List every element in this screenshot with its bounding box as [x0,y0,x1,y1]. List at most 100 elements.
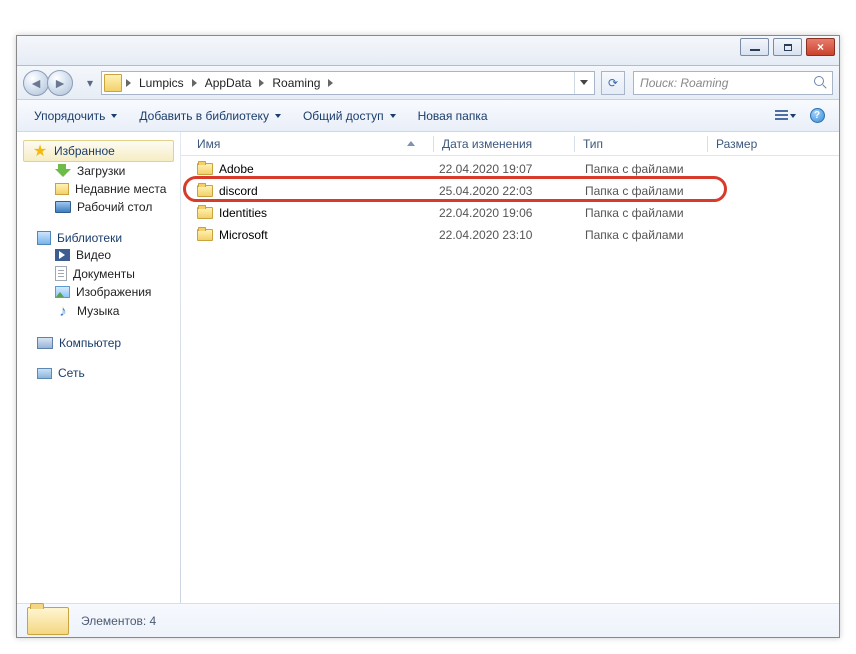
column-label: Дата изменения [442,137,532,151]
file-row[interactable]: Adobe22.04.2020 19:07Папка с файлами [189,158,831,180]
sidebar-item-label: Документы [73,267,135,281]
help-icon: ? [810,108,825,123]
chevron-down-icon [111,114,117,118]
view-options-button[interactable] [771,104,799,128]
column-label: Размер [716,137,757,151]
file-modified: 22.04.2020 19:06 [439,206,579,220]
chevron-down-icon [580,80,588,85]
minimize-icon [750,49,760,51]
include-in-library-button[interactable]: Добавить в библиотеку [130,105,290,127]
downloads-icon [55,164,71,178]
breadcrumb-segment[interactable]: AppData [201,72,256,94]
nav-back-button[interactable]: ◄ [23,70,49,96]
share-label: Общий доступ [303,109,384,123]
document-icon [55,266,67,281]
folder-icon [197,207,213,219]
file-type: Папка с файлами [585,228,745,242]
explorer-window: × ◄ ► ▾ Lumpics AppData Roaming ⟳ [0,0,856,654]
status-bar: Элементов: 4 [17,603,839,637]
sidebar-item-label: Видео [76,248,111,262]
column-headers: Имя Дата изменения Тип Размер [181,132,839,156]
column-header-size[interactable]: Размер [708,134,798,154]
close-icon: × [817,41,824,53]
breadcrumb-segment[interactable]: Lumpics [135,72,188,94]
file-list-pane: Имя Дата изменения Тип Размер Adobe22.04… [181,132,839,603]
sidebar-item-pictures[interactable]: Изображения [17,283,180,301]
window-close-button[interactable]: × [806,38,835,56]
chevron-down-icon [275,114,281,118]
new-folder-button[interactable]: Новая папка [409,105,497,127]
nav-history-dropdown[interactable]: ▾ [83,72,97,94]
sidebar-item-recent[interactable]: Недавние места [17,180,180,198]
sidebar-item-videos[interactable]: Видео [17,246,180,264]
file-modified: 22.04.2020 19:07 [439,162,579,176]
folder-large-icon [27,607,69,635]
sidebar-item-desktop[interactable]: Рабочий стол [17,198,180,216]
column-header-modified[interactable]: Дата изменения [434,134,574,154]
video-icon [55,249,70,261]
status-item-count: Элементов: 4 [81,614,156,628]
network-label: Сеть [58,366,85,380]
organize-button[interactable]: Упорядочить [25,105,126,127]
navigation-pane: ★ Избранное Загрузки Недавние места Рабо… [17,132,180,603]
sidebar-item-label: Недавние места [75,182,166,196]
sidebar-item-label: Рабочий стол [77,200,152,214]
file-row[interactable]: discord 25.04.2020 22:03 Папка с файлами [189,180,831,202]
window-maximize-button[interactable] [773,38,802,56]
file-modified: 25.04.2020 22:03 [439,184,579,198]
sidebar-computer-header[interactable]: Компьютер [17,335,180,351]
navigation-row: ◄ ► ▾ Lumpics AppData Roaming ⟳ [17,66,839,100]
file-modified: 22.04.2020 23:10 [439,228,579,242]
chevron-down-icon [790,114,796,118]
chevron-right-icon [192,79,197,87]
address-bar[interactable]: Lumpics AppData Roaming [101,71,595,95]
sidebar-item-music[interactable]: ♪ Музыка [17,301,180,321]
sort-ascending-icon [407,141,415,146]
music-icon: ♪ [55,303,71,319]
file-row[interactable]: Microsoft 22.04.2020 23:10 Папка с файлами [189,224,831,246]
file-name: Identities [219,206,267,220]
column-label: Тип [583,137,603,151]
file-type: Папка с файлами [585,206,745,220]
view-list-icon [775,110,788,121]
file-name: discord [219,184,258,198]
column-header-name[interactable]: Имя [189,134,433,154]
refresh-button[interactable]: ⟳ [601,71,625,95]
file-name: Microsoft [219,228,268,242]
folder-icon [197,185,213,197]
column-header-type[interactable]: Тип [575,134,707,154]
sidebar-item-downloads[interactable]: Загрузки [17,162,180,180]
breadcrumb-segment[interactable]: Roaming [268,72,324,94]
help-button[interactable]: ? [803,104,831,128]
computer-icon [37,337,53,349]
folder-icon [197,163,213,175]
column-label: Имя [197,137,220,151]
network-icon [37,368,52,379]
sidebar-network-header[interactable]: Сеть [17,365,180,381]
command-toolbar: Упорядочить Добавить в библиотеку Общий … [17,100,839,132]
chevron-down-icon [390,114,396,118]
share-button[interactable]: Общий доступ [294,105,405,127]
file-row[interactable]: Identities 22.04.2020 19:06 Папка с файлам… [189,202,831,224]
folder-icon [104,74,122,92]
window-minimize-button[interactable] [740,38,769,56]
sidebar-favorites-header[interactable]: ★ Избранное [23,140,174,162]
sidebar-item-label: Изображения [76,285,151,299]
folder-icon [197,229,213,241]
new-folder-label: Новая папка [418,109,488,123]
nav-forward-button[interactable]: ► [47,70,73,96]
sidebar-item-label: Загрузки [77,164,125,178]
search-box[interactable] [633,71,833,95]
file-type: Папка с файлами [585,184,745,198]
file-type: Папка с файлами [585,162,745,176]
libraries-icon [37,231,51,245]
address-dropdown[interactable] [574,72,592,94]
search-input[interactable] [638,75,810,91]
sidebar-item-documents[interactable]: Документы [17,264,180,283]
recent-places-icon [55,183,69,195]
star-icon: ★ [32,143,48,159]
sidebar-libraries-header[interactable]: Библиотеки [17,230,180,246]
favorites-label: Избранное [54,144,115,158]
include-label: Добавить в библиотеку [139,109,269,123]
organize-label: Упорядочить [34,109,105,123]
